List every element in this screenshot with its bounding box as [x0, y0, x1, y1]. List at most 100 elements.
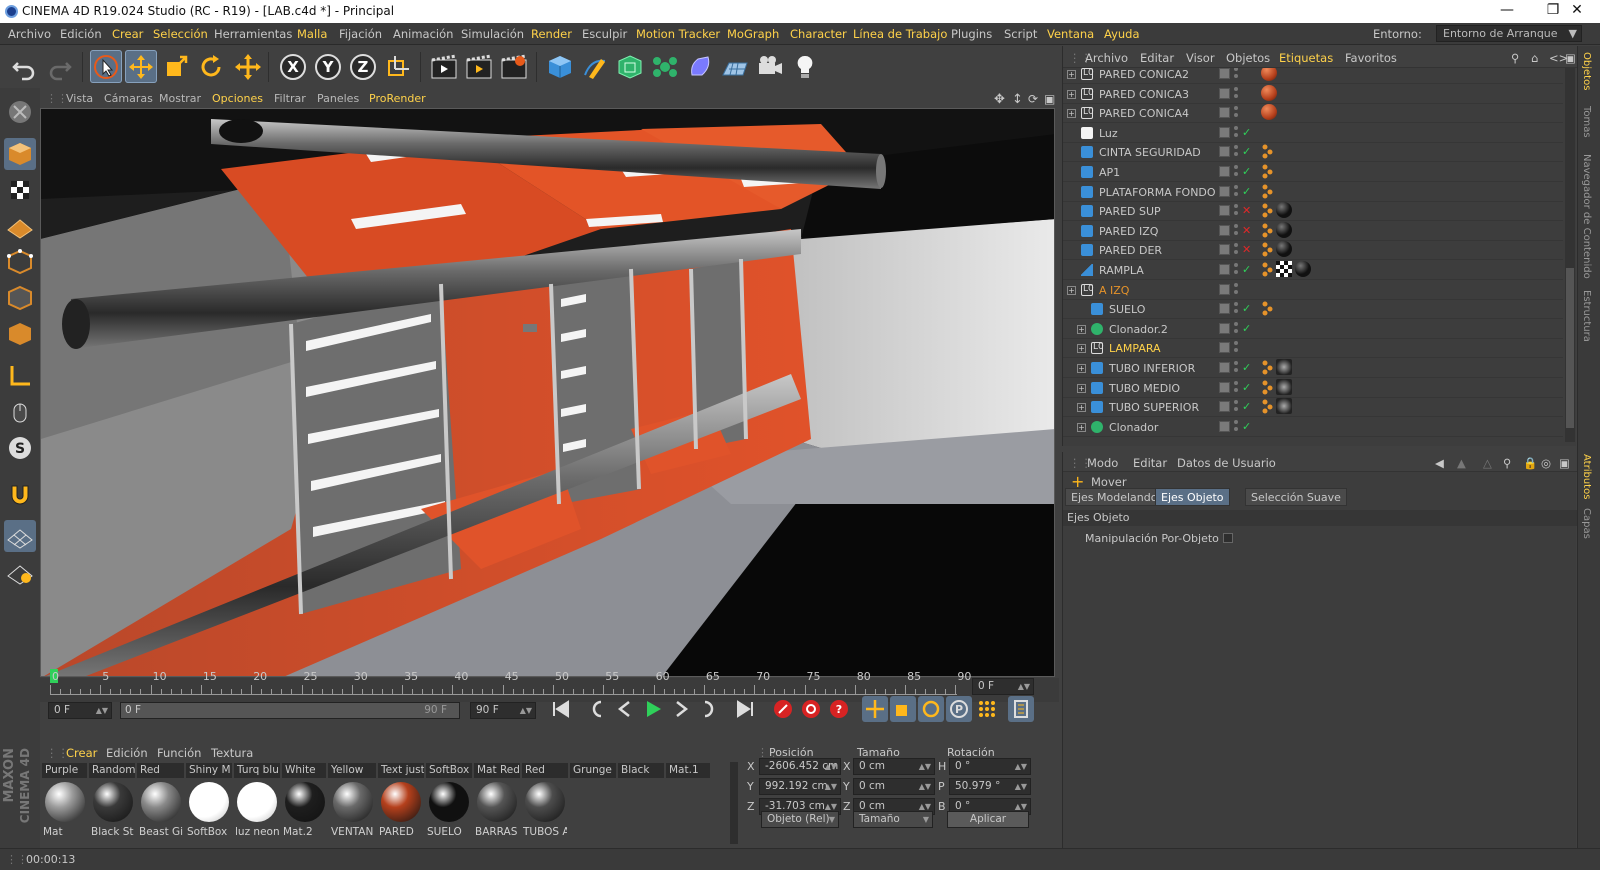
texture-tag-icon[interactable] — [1276, 261, 1292, 277]
phong-tag-icon[interactable] — [1261, 379, 1273, 395]
z-axis-lock-button[interactable]: Z — [347, 50, 379, 83]
viewport-menu-paneles[interactable]: Paneles — [317, 92, 359, 105]
expand-toggle[interactable]: + — [1077, 422, 1086, 432]
menu-crear[interactable]: Crear — [112, 27, 143, 41]
material-swatch[interactable]: luz neon — [234, 782, 280, 845]
model-mode-icon[interactable] — [4, 138, 36, 170]
viewport-menu-opciones[interactable]: Opciones — [212, 92, 263, 105]
add-panel-icon[interactable]: ▣ — [1559, 456, 1570, 470]
layer-visibility-icon[interactable] — [1219, 283, 1230, 295]
menu-archivo[interactable]: Archivo — [8, 27, 51, 41]
menu-seleccion[interactable]: Selección — [153, 27, 208, 41]
up-arrow-icon[interactable]: ▲ — [1457, 456, 1466, 470]
minimize-button[interactable]: — — [1484, 0, 1530, 23]
render-view-icon[interactable] — [428, 50, 460, 83]
object-name[interactable]: PARED SUP — [1099, 205, 1161, 218]
texture-mode-icon[interactable] — [4, 174, 36, 206]
render-picture-viewer-icon[interactable] — [463, 50, 495, 83]
enabled-check-icon[interactable]: ✓ — [1242, 400, 1251, 413]
object-row[interactable]: + L0 PARED CONICA2 — [1063, 68, 1563, 84]
menu-mograph[interactable]: MoGraph — [727, 27, 779, 41]
object-row[interactable]: + L0 PARED CONICA3 — [1063, 84, 1563, 104]
menu-motion-tracker[interactable]: Motion Tracker — [636, 27, 720, 41]
material-menu-edicion[interactable]: Edición — [106, 746, 148, 760]
object-row[interactable]: + TUBO INFERIOR ✓ — [1063, 358, 1563, 378]
material-tag-icon[interactable] — [1276, 241, 1292, 258]
material-menu-crear[interactable]: Crear — [66, 746, 97, 760]
floor-environment-icon[interactable] — [719, 50, 751, 83]
tab-ejes-objeto[interactable]: Ejes Objeto — [1155, 488, 1230, 506]
material-swatch[interactable]: Mat — [42, 782, 88, 845]
layer-visibility-icon[interactable] — [1219, 185, 1230, 197]
axis-mode-icon[interactable] — [4, 360, 36, 392]
expand-toggle[interactable]: + — [1077, 364, 1086, 373]
object-name[interactable]: CINTA SEGURIDAD — [1099, 146, 1201, 159]
material-swatch[interactable]: SoftBox — [186, 782, 232, 845]
expand-toggle[interactable]: + — [1077, 403, 1086, 413]
undo-button[interactable] — [8, 50, 40, 83]
home-icon[interactable]: ⌂ — [1531, 51, 1538, 65]
locked-workplane-icon[interactable] — [4, 556, 36, 588]
layer-visibility-icon[interactable] — [1219, 381, 1230, 393]
current-frame-field[interactable]: 0 F ▲▼ — [972, 678, 1034, 695]
material-tag-icon[interactable] — [1276, 398, 1292, 415]
rotate-tool-icon[interactable] — [195, 50, 227, 83]
object-row[interactable]: + L0 A IZQ — [1063, 280, 1563, 300]
object-name[interactable]: Clonador.2 — [1109, 323, 1168, 336]
object-name[interactable]: PARED IZQ — [1099, 225, 1158, 238]
object-name[interactable]: Clonador — [1109, 421, 1158, 434]
object-name[interactable]: TUBO SUPERIOR — [1109, 401, 1199, 414]
expand-toggle[interactable]: + — [1067, 109, 1076, 119]
object-row[interactable]: Luz ✓ — [1063, 123, 1563, 143]
x-axis-lock-button[interactable]: X — [277, 50, 309, 83]
menu-ayuda[interactable]: Ayuda — [1104, 27, 1140, 41]
object-name[interactable]: SUELO — [1109, 303, 1145, 316]
target-icon[interactable]: ◎ — [1541, 456, 1551, 470]
material-tab[interactable]: White — [282, 763, 326, 778]
material-tab[interactable]: Purple — [42, 763, 87, 778]
object-name[interactable]: PARED CONICA4 — [1099, 107, 1189, 120]
next-frame-icon[interactable] — [668, 696, 694, 722]
layer-visibility-icon[interactable] — [1219, 342, 1230, 354]
editor-render-dots[interactable] — [1234, 145, 1238, 158]
material-tab[interactable]: Black — [618, 763, 664, 778]
object-name[interactable]: PARED CONICA3 — [1099, 88, 1189, 101]
viewport-menu-mostrar[interactable]: Mostrar — [159, 92, 201, 105]
object-row[interactable]: CINTA SEGURIDAD ✓ — [1063, 142, 1563, 163]
tab-navegador-contenido[interactable]: Navegador de Contenido — [1581, 154, 1592, 279]
material-tab[interactable]: Grunge — [570, 763, 616, 778]
layer-visibility-icon[interactable] — [1219, 303, 1230, 315]
workplane-mode-icon[interactable] — [4, 210, 36, 242]
material-tab[interactable]: Text just — [378, 763, 424, 778]
phong-tag-icon[interactable] — [1261, 143, 1273, 159]
search-icon[interactable]: ⚲ — [1511, 51, 1519, 65]
cube-primitive-icon[interactable] — [544, 50, 576, 83]
deformer-icon[interactable] — [684, 50, 716, 83]
material-tab[interactable]: Mat Red — [474, 763, 520, 778]
object-name[interactable]: TUBO INFERIOR — [1109, 362, 1195, 375]
object-row[interactable]: RAMPLA ✓ — [1063, 260, 1563, 280]
preview-range-slider[interactable]: 0 F 90 F — [120, 702, 460, 719]
material-tab[interactable]: Turq blu — [234, 763, 280, 778]
object-row[interactable]: PARED DER ✕ — [1063, 240, 1563, 261]
disabled-x-icon[interactable]: ✕ — [1242, 204, 1251, 217]
object-row[interactable]: + TUBO SUPERIOR ✓ — [1063, 397, 1563, 418]
key-scale-icon[interactable] — [890, 696, 916, 722]
rotation-field[interactable]: 0 ° ▲▼ — [949, 758, 1031, 775]
layer-visibility-icon[interactable] — [1219, 401, 1230, 413]
viewport-pan-icon[interactable]: ✥ — [994, 92, 1005, 107]
live-selection-icon[interactable] — [90, 50, 122, 83]
phong-tag-icon[interactable] — [1261, 261, 1273, 277]
magnet-tool-icon[interactable] — [4, 478, 36, 510]
editor-render-dots[interactable] — [1234, 223, 1238, 237]
transform-tool-icon[interactable] — [232, 50, 264, 83]
editor-render-dots[interactable] — [1234, 321, 1238, 335]
go-to-end-icon[interactable] — [732, 696, 758, 722]
previous-key-icon[interactable] — [584, 696, 610, 722]
material-swatch[interactable]: VENTAN — [330, 782, 376, 845]
start-frame-field[interactable]: 0 F ▲▼ — [48, 702, 112, 719]
tab-atributos[interactable]: Atributos — [1581, 454, 1592, 499]
object-row[interactable]: + TUBO MEDIO ✓ — [1063, 378, 1563, 398]
keyframe-selection-icon[interactable]: ? — [826, 696, 852, 722]
viewport-dolly-icon[interactable]: ↕ — [1012, 92, 1023, 107]
